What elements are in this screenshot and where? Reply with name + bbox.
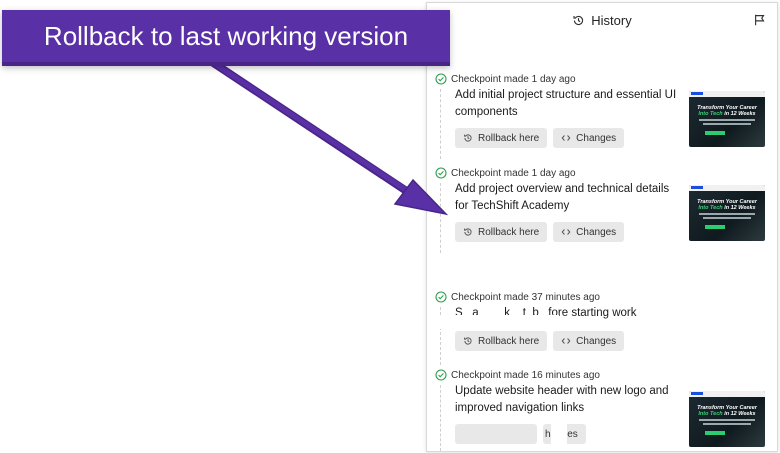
- annotation-banner: Rollback to last working version: [2, 10, 450, 66]
- annotation-arrow: [208, 58, 449, 216]
- banner-text: Rollback to last working version: [43, 20, 409, 51]
